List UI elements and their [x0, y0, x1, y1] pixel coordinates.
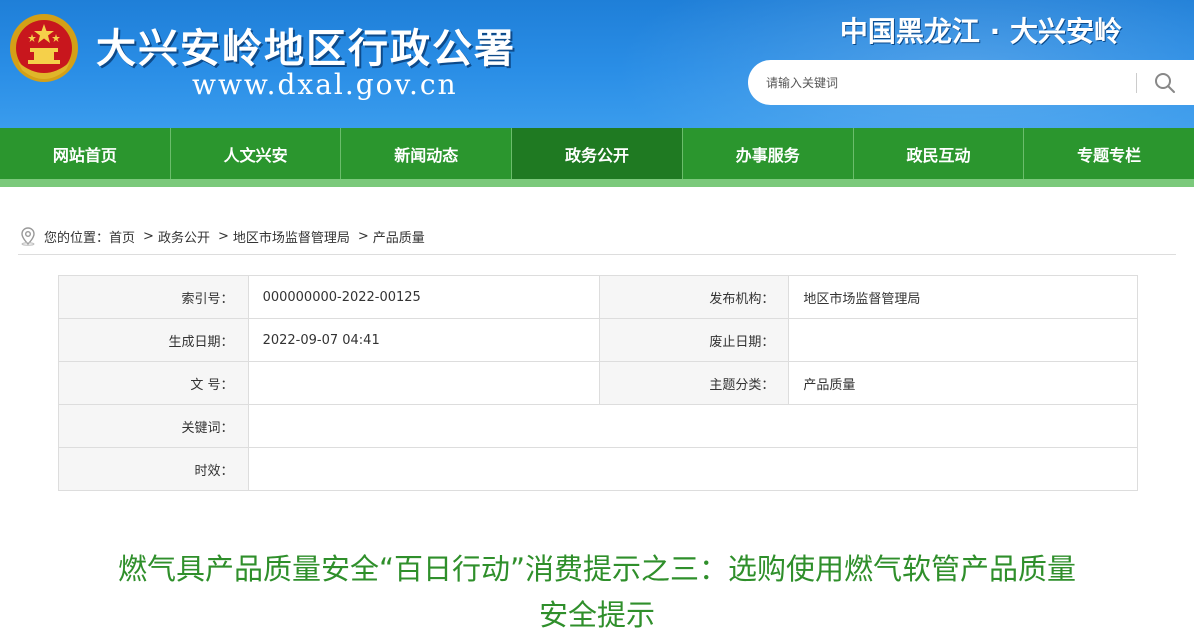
breadcrumb-separator: >: [217, 228, 229, 244]
keywords-label: 关键词：: [58, 404, 249, 448]
search-input[interactable]: [764, 74, 1128, 91]
breadcrumb-product-quality[interactable]: 产品质量: [373, 227, 425, 246]
breadcrumb-market-bureau[interactable]: 地区市场监督管理局: [233, 227, 350, 246]
topic-label: 主题分类：: [598, 361, 790, 405]
document-info-table: 索引号： 000000000-2022-00125 发布机构： 地区市场监督管理…: [58, 275, 1139, 491]
main-nav: 网站首页 人文兴安 新闻动态 政务公开 办事服务 政民互动 专题专栏: [0, 128, 1194, 187]
publisher-label: 发布机构：: [598, 275, 790, 319]
nav-item-culture[interactable]: 人文兴安: [171, 128, 342, 179]
validity-value: [247, 447, 1139, 491]
search-bar: [748, 60, 1194, 105]
expire-date-label: 废止日期：: [598, 318, 790, 362]
nav-item-gov-affairs[interactable]: 政务公开: [512, 128, 683, 179]
site-title[interactable]: 大兴安岭地区行政公署: [96, 16, 516, 74]
nav-item-news[interactable]: 新闻动态: [341, 128, 513, 179]
publisher-value: 地区市场监督管理局: [788, 275, 1138, 319]
breadcrumb-prefix: 您的位置：: [44, 230, 110, 246]
breadcrumb: 您的位置： 首页 > 政务公开 > 地区市场监督管理局 > 产品质量: [18, 218, 1176, 255]
nav-item-interaction[interactable]: 政民互动: [854, 128, 1025, 179]
table-row: 关键词：: [58, 404, 1139, 448]
national-emblem-icon: [10, 14, 78, 82]
table-row: 索引号： 000000000-2022-00125 发布机构： 地区市场监督管理…: [58, 275, 1138, 319]
table-row: 文 号： 主题分类： 产品质量: [58, 361, 1138, 405]
site-header: 大兴安岭地区行政公署 www.dxal.gov.cn 中国黑龙江 · 大兴安岭: [0, 0, 1194, 128]
breadcrumb-home[interactable]: 首页: [109, 227, 135, 246]
table-row: 生成日期： 2022-09-07 04:41 废止日期：: [58, 318, 1138, 362]
table-row: 时效：: [58, 447, 1139, 491]
region-label: 中国黑龙江 · 大兴安岭: [839, 15, 1122, 48]
article-title: 燃气具产品质量安全“百日行动”消费提示之三：选购使用燃气软管产品质量安全提示: [117, 552, 1077, 632]
nav-item-topics[interactable]: 专题专栏: [1024, 128, 1194, 179]
validity-label: 时效：: [58, 447, 249, 491]
index-value: 000000000-2022-00125: [247, 275, 600, 319]
keywords-value: [247, 404, 1139, 448]
index-label: 索引号：: [58, 275, 249, 319]
search-divider: [1136, 72, 1137, 93]
search-icon[interactable]: [1145, 63, 1185, 103]
created-date-value: 2022-09-07 04:41: [247, 318, 600, 362]
nav-item-services[interactable]: 办事服务: [683, 128, 854, 179]
breadcrumb-separator: >: [357, 228, 369, 244]
created-date-label: 生成日期：: [58, 318, 249, 362]
doc-number-value: [247, 361, 600, 405]
breadcrumb-separator: >: [143, 228, 154, 244]
site-url[interactable]: www.dxal.gov.cn: [192, 68, 458, 101]
nav-item-home[interactable]: 网站首页: [0, 128, 171, 179]
topic-value: 产品质量: [788, 361, 1138, 405]
doc-number-label: 文 号：: [58, 361, 249, 405]
location-pin-icon: [21, 227, 35, 246]
expire-date-value: [788, 318, 1138, 362]
breadcrumb-gov-affairs[interactable]: 政务公开: [158, 227, 210, 246]
